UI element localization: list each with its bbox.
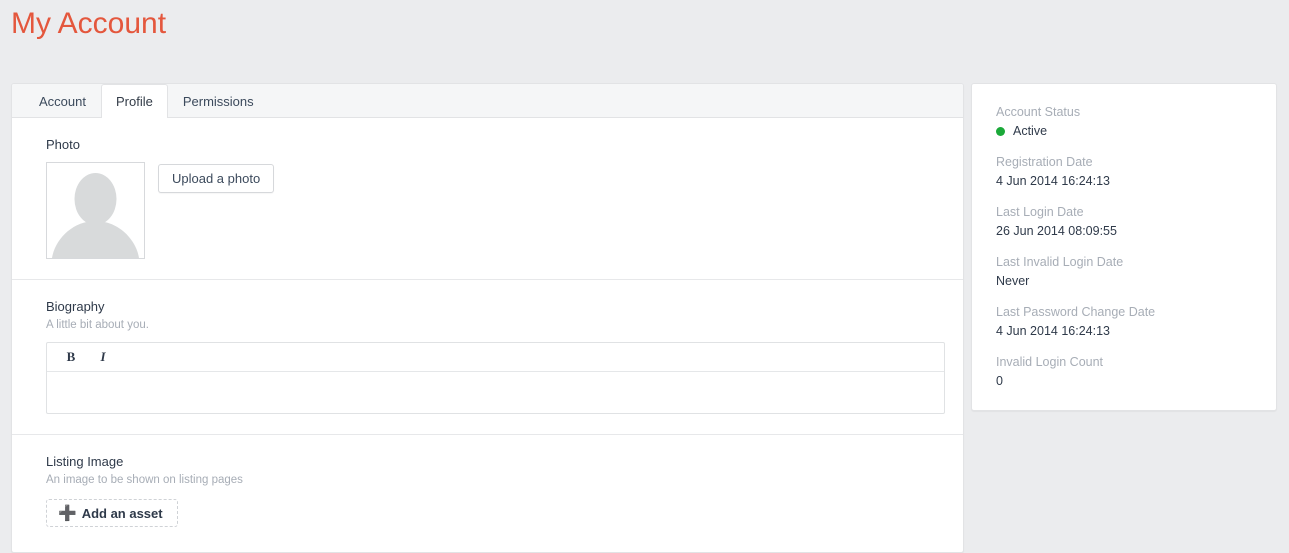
tab-account-label: Account — [39, 93, 86, 109]
photo-section: Photo Upload a photo — [12, 118, 963, 279]
biography-input[interactable] — [47, 372, 944, 413]
last-invalid-login-date-item: Last Invalid Login Date Never — [996, 254, 1252, 290]
registration-date-label: Registration Date — [996, 155, 1093, 169]
plus-icon: ➕ — [58, 504, 77, 522]
invalid-login-count-item: Invalid Login Count 0 — [996, 354, 1252, 390]
page-title: My Account — [11, 7, 167, 40]
bold-icon[interactable]: B — [55, 344, 87, 371]
last-login-date-item: Last Login Date 26 Jun 2014 08:09:55 — [996, 204, 1252, 240]
tab-profile-label: Profile — [115, 93, 153, 109]
user-silhouette-icon — [47, 163, 144, 258]
last-login-date-value: 26 Jun 2014 08:09:55 — [996, 224, 1117, 238]
last-invalid-login-date-label: Last Invalid Login Date — [996, 255, 1124, 269]
listing-image-label: Listing Image — [46, 454, 124, 469]
account-status-label: Account Status — [996, 105, 1081, 119]
account-status-value-row: Active — [996, 123, 1252, 140]
last-password-change-date-label: Last Password Change Date — [996, 305, 1156, 319]
upload-photo-button[interactable]: Upload a photo — [158, 164, 275, 193]
add-asset-label: Add an asset — [81, 505, 163, 521]
registration-date-value: 4 Jun 2014 16:24:13 — [996, 174, 1110, 188]
status-dot-icon — [996, 127, 1005, 136]
invalid-login-count-label: Invalid Login Count — [996, 355, 1104, 369]
listing-image-help: An image to be shown on listing pages — [46, 474, 243, 486]
account-status-item: Account Status Active — [996, 104, 1252, 140]
italic-icon[interactable]: I — [87, 344, 119, 371]
invalid-login-count-value: 0 — [996, 374, 1003, 388]
tab-permissions-label: Permissions — [182, 93, 254, 109]
listing-image-section: Listing Image An image to be shown on li… — [12, 434, 963, 547]
biography-section: Biography A little bit about you. B I — [12, 279, 963, 434]
photo-label: Photo — [46, 137, 80, 152]
last-password-change-date-item: Last Password Change Date 4 Jun 2014 16:… — [996, 304, 1252, 340]
biography-editor: B I — [46, 342, 945, 414]
tab-bar: Account Profile Permissions — [12, 84, 963, 118]
last-login-date-label: Last Login Date — [996, 205, 1084, 219]
add-asset-button[interactable]: ➕ Add an asset — [46, 499, 178, 527]
biography-help: A little bit about you. — [46, 319, 149, 331]
tab-profile[interactable]: Profile — [100, 84, 168, 118]
biography-label: Biography — [46, 299, 105, 314]
last-invalid-login-date-value: Never — [996, 274, 1030, 288]
avatar — [46, 162, 145, 259]
profile-panel: Account Profile Permissions Photo Upload… — [11, 83, 964, 553]
account-info-panel: Account Status Active Registration Date … — [971, 83, 1277, 411]
photo-row: Upload a photo — [46, 162, 929, 259]
last-password-change-date-value: 4 Jun 2014 16:24:13 — [996, 324, 1110, 338]
tab-permissions[interactable]: Permissions — [168, 84, 269, 117]
tab-account[interactable]: Account — [24, 84, 101, 117]
registration-date-item: Registration Date 4 Jun 2014 16:24:13 — [996, 154, 1252, 190]
status-badge: Active — [1013, 124, 1048, 138]
editor-toolbar: B I — [47, 343, 944, 372]
